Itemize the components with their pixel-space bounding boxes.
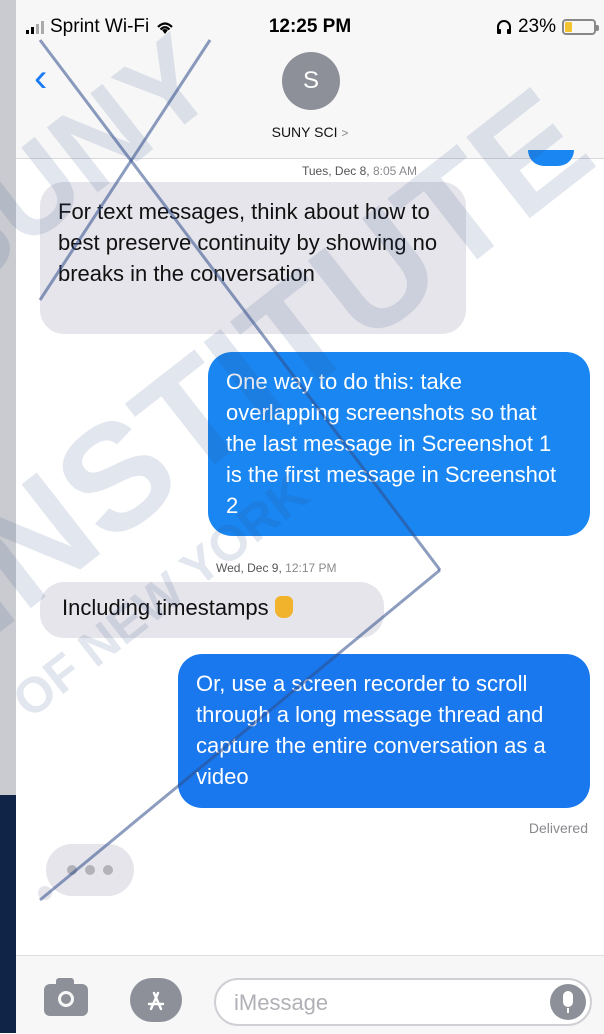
pointing-hand-emoji <box>274 596 293 618</box>
message-text: Including timestamps <box>62 595 269 620</box>
headphones-icon <box>496 20 511 34</box>
sent-message[interactable]: One way to do this: take overlapping scr… <box>208 352 590 536</box>
previous-sent-bubble <box>528 150 574 166</box>
typing-dot <box>85 865 95 875</box>
typing-dot <box>103 865 113 875</box>
received-message[interactable]: For text messages, think about how to be… <box>40 182 466 334</box>
typing-dot <box>67 865 77 875</box>
contact-name[interactable]: SUNY SCI > <box>16 124 604 140</box>
delivered-status: Delivered <box>528 820 588 836</box>
imessage-input[interactable] <box>232 988 526 1018</box>
message-text: One way to do this: take overlapping scr… <box>226 369 557 518</box>
status-right: 23% <box>496 16 599 38</box>
timestamp: Tues, Dec 8, 8:05 AM <box>302 164 417 178</box>
received-message[interactable]: Including timestamps <box>40 582 384 638</box>
typing-indicator-tail <box>38 886 52 900</box>
conversation-header: ‹ S SUNY SCI > <box>16 40 604 159</box>
message-text: Or, use a screen recorder to scroll thro… <box>196 671 546 789</box>
contact-name-label: SUNY SCI <box>271 124 338 140</box>
battery-percent: 23% <box>517 16 556 37</box>
app-store-glyph-icon <box>147 991 165 1011</box>
camera-icon[interactable] <box>44 978 88 1016</box>
sent-message[interactable]: Or, use a screen recorder to scroll thro… <box>178 654 590 808</box>
app-store-icon[interactable] <box>130 978 182 1022</box>
battery-icon <box>562 19 599 35</box>
back-chevron-icon[interactable]: ‹ <box>34 58 47 98</box>
avatar[interactable]: S <box>282 52 340 110</box>
timestamp: Wed, Dec 9, 12:17 PM <box>216 561 337 575</box>
typing-indicator <box>46 844 134 896</box>
message-text: For text messages, think about how to be… <box>58 199 438 286</box>
background-edge-dark <box>0 795 16 1033</box>
compose-bar <box>16 955 604 1034</box>
microphone-icon[interactable] <box>550 984 586 1020</box>
status-bar: Sprint Wi-Fi 12:25 PM 23% <box>16 0 604 40</box>
phone-screen: Sprint Wi-Fi 12:25 PM 23% ‹ S SUNY SCI > <box>16 0 604 1034</box>
imessage-field[interactable] <box>214 978 592 1026</box>
chevron-right-icon: > <box>341 126 349 140</box>
